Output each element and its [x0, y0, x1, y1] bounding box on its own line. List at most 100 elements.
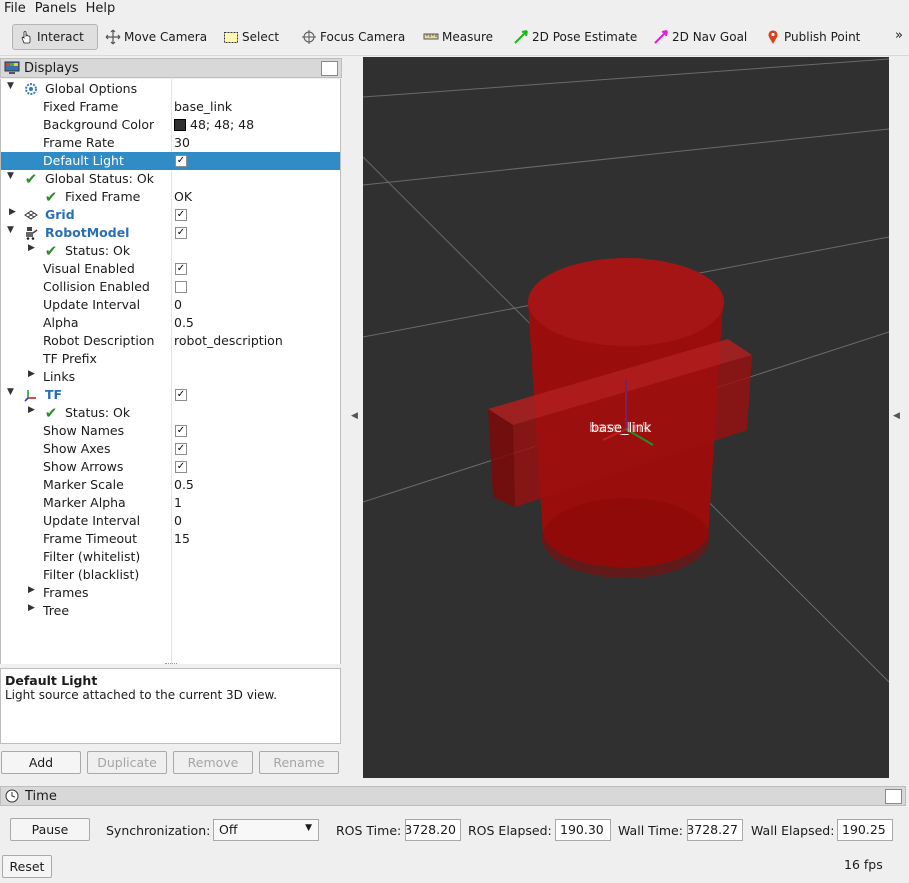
tree-row-update-interval[interactable]: Update Interval 0 — [1, 296, 340, 314]
grid-checkbox[interactable]: ✓ — [175, 209, 187, 221]
show-arrows-checkbox[interactable]: ✓ — [175, 461, 187, 473]
robot-description-value[interactable]: robot_description — [174, 333, 283, 348]
tree-row-grid[interactable]: ▶ Grid ✓ — [1, 206, 340, 224]
tree-row-links[interactable]: ▶ Links — [1, 368, 340, 386]
measure-tool-button[interactable]: Measure — [418, 24, 497, 50]
tree-row-tf[interactable]: ▼ TF ✓ — [1, 386, 340, 404]
fixed-frame-value[interactable]: base_link — [174, 99, 232, 114]
3d-render-view[interactable]: base_link — [363, 57, 889, 778]
collapse-left-icon[interactable]: ◀ — [351, 411, 358, 421]
tree-row-frame-rate[interactable]: Frame Rate 30 — [1, 134, 340, 152]
tree-row-tf-prefix[interactable]: TF Prefix — [1, 350, 340, 368]
tree-row-robot-description[interactable]: Robot Description robot_description — [1, 332, 340, 350]
synchronization-select[interactable]: Off ▼ — [213, 819, 319, 841]
expand-right-icon[interactable]: ▶ — [28, 585, 38, 595]
tree-row-show-axes[interactable]: Show Axes ✓ — [1, 440, 340, 458]
tree-row-global-options[interactable]: ▼ Global Options — [1, 80, 340, 98]
rename-button[interactable]: Rename — [259, 751, 339, 774]
collapse-right-icon[interactable]: ◀ — [893, 411, 900, 421]
pause-button[interactable]: Pause — [10, 818, 90, 841]
tree-row-collision-enabled[interactable]: Collision Enabled — [1, 278, 340, 296]
reset-button[interactable]: Reset — [2, 855, 52, 878]
ros-elapsed-label: ROS Elapsed: — [468, 823, 552, 838]
expand-right-icon[interactable]: ▶ — [9, 207, 19, 217]
marker-alpha-value[interactable]: 1 — [174, 495, 182, 510]
synchronization-label: Synchronization: — [106, 823, 211, 838]
menu-file[interactable]: File — [0, 1, 31, 17]
menu-help[interactable]: Help — [82, 1, 121, 17]
focus-camera-tool-button[interactable]: Focus Camera — [296, 24, 409, 50]
menu-panels[interactable]: Panels — [31, 1, 82, 17]
expand-down-icon[interactable]: ▼ — [7, 225, 17, 235]
tree-row-tf-status[interactable]: ▶ ✔ Status: Ok — [1, 404, 340, 422]
time-undock-button[interactable] — [885, 789, 902, 804]
update-interval-value[interactable]: 0 — [174, 297, 182, 312]
expand-right-icon[interactable]: ▶ — [28, 243, 38, 253]
tree-row-global-status[interactable]: ▼ ✔ Global Status: Ok — [1, 170, 340, 188]
tf-update-interval-value[interactable]: 0 — [174, 513, 182, 528]
tf-checkbox[interactable]: ✓ — [175, 389, 187, 401]
tree-row-marker-alpha[interactable]: Marker Alpha 1 — [1, 494, 340, 512]
tree-row-tree[interactable]: ▶ Tree — [1, 602, 340, 620]
interact-tool-button[interactable]: Interact — [12, 24, 98, 50]
tree-row-robot-model-status[interactable]: ▶ ✔ Status: Ok — [1, 242, 340, 260]
tree-row-show-arrows[interactable]: Show Arrows ✓ — [1, 458, 340, 476]
menu-bar: File Panels Help — [0, 0, 909, 18]
interact-label: Interact — [37, 30, 84, 44]
collision-enabled-checkbox[interactable] — [175, 281, 187, 293]
status-fixed-frame-label: Fixed Frame — [65, 189, 141, 204]
toolbar-overflow-button[interactable]: » — [895, 28, 903, 43]
remove-button[interactable]: Remove — [173, 751, 253, 774]
tree-row-tf-update-interval[interactable]: Update Interval 0 — [1, 512, 340, 530]
undock-button[interactable] — [321, 61, 338, 76]
marker-scale-value[interactable]: 0.5 — [174, 477, 194, 492]
ros-time-field[interactable]: 73728.20 — [405, 819, 461, 841]
expand-right-icon[interactable]: ▶ — [28, 603, 38, 613]
monitor-icon — [4, 61, 20, 75]
expand-down-icon[interactable]: ▼ — [7, 387, 17, 397]
select-tool-button[interactable]: Select — [218, 24, 283, 50]
wall-elapsed-field[interactable]: 190.25 — [837, 819, 893, 841]
publish-point-tool-button[interactable]: Publish Point — [760, 24, 864, 50]
tree-row-show-names[interactable]: Show Names ✓ — [1, 422, 340, 440]
tree-row-background-color[interactable]: Background Color 48; 48; 48 — [1, 116, 340, 134]
default-light-checkbox[interactable]: ✓ — [175, 155, 187, 167]
tree-row-filter-blacklist[interactable]: Filter (blacklist) — [1, 566, 340, 584]
expand-down-icon[interactable]: ▼ — [7, 81, 17, 91]
pose-estimate-tool-button[interactable]: 2D Pose Estimate — [508, 24, 641, 50]
tree-row-frames[interactable]: ▶ Frames — [1, 584, 340, 602]
show-axes-checkbox[interactable]: ✓ — [175, 443, 187, 455]
frame-rate-value[interactable]: 30 — [174, 135, 190, 150]
robot-model-checkbox[interactable]: ✓ — [175, 227, 187, 239]
panel-splitter-handle[interactable] — [165, 663, 177, 666]
tree-row-status-fixed-frame[interactable]: ✔ Fixed Frame OK — [1, 188, 340, 206]
tree-row-robot-model[interactable]: ▼ RobotModel ✓ — [1, 224, 340, 242]
frame-name-label: base_link — [591, 421, 652, 436]
visual-enabled-checkbox[interactable]: ✓ — [175, 263, 187, 275]
color-swatch[interactable] — [174, 119, 186, 131]
robot-description-label: Robot Description — [43, 333, 155, 348]
duplicate-button[interactable]: Duplicate — [87, 751, 167, 774]
tree-row-fixed-frame[interactable]: Fixed Frame base_link — [1, 98, 340, 116]
tree-row-alpha[interactable]: Alpha 0.5 — [1, 314, 340, 332]
frame-timeout-value[interactable]: 15 — [174, 531, 190, 546]
tree-row-filter-whitelist[interactable]: Filter (whitelist) — [1, 548, 340, 566]
add-button[interactable]: Add — [1, 751, 81, 774]
move-camera-tool-button[interactable]: Move Camera — [100, 24, 211, 50]
tree-row-frame-timeout[interactable]: Frame Timeout 15 — [1, 530, 340, 548]
tree-row-default-light[interactable]: Default Light ✓ — [1, 152, 340, 170]
crosshair-icon — [300, 28, 318, 46]
tree-row-visual-enabled[interactable]: Visual Enabled ✓ — [1, 260, 340, 278]
expand-right-icon[interactable]: ▶ — [28, 405, 38, 415]
fixed-frame-label: Fixed Frame — [43, 99, 119, 114]
wall-time-field[interactable]: 73728.27 — [687, 819, 743, 841]
ros-elapsed-field[interactable]: 190.30 — [555, 819, 611, 841]
show-names-checkbox[interactable]: ✓ — [175, 425, 187, 437]
background-color-value[interactable]: 48; 48; 48 — [174, 117, 254, 132]
expand-down-icon[interactable]: ▼ — [7, 171, 17, 181]
alpha-value[interactable]: 0.5 — [174, 315, 194, 330]
nav-goal-tool-button[interactable]: 2D Nav Goal — [648, 24, 751, 50]
tree-row-marker-scale[interactable]: Marker Scale 0.5 — [1, 476, 340, 494]
ok-check-icon: ✔ — [44, 404, 58, 422]
expand-right-icon[interactable]: ▶ — [28, 369, 38, 379]
